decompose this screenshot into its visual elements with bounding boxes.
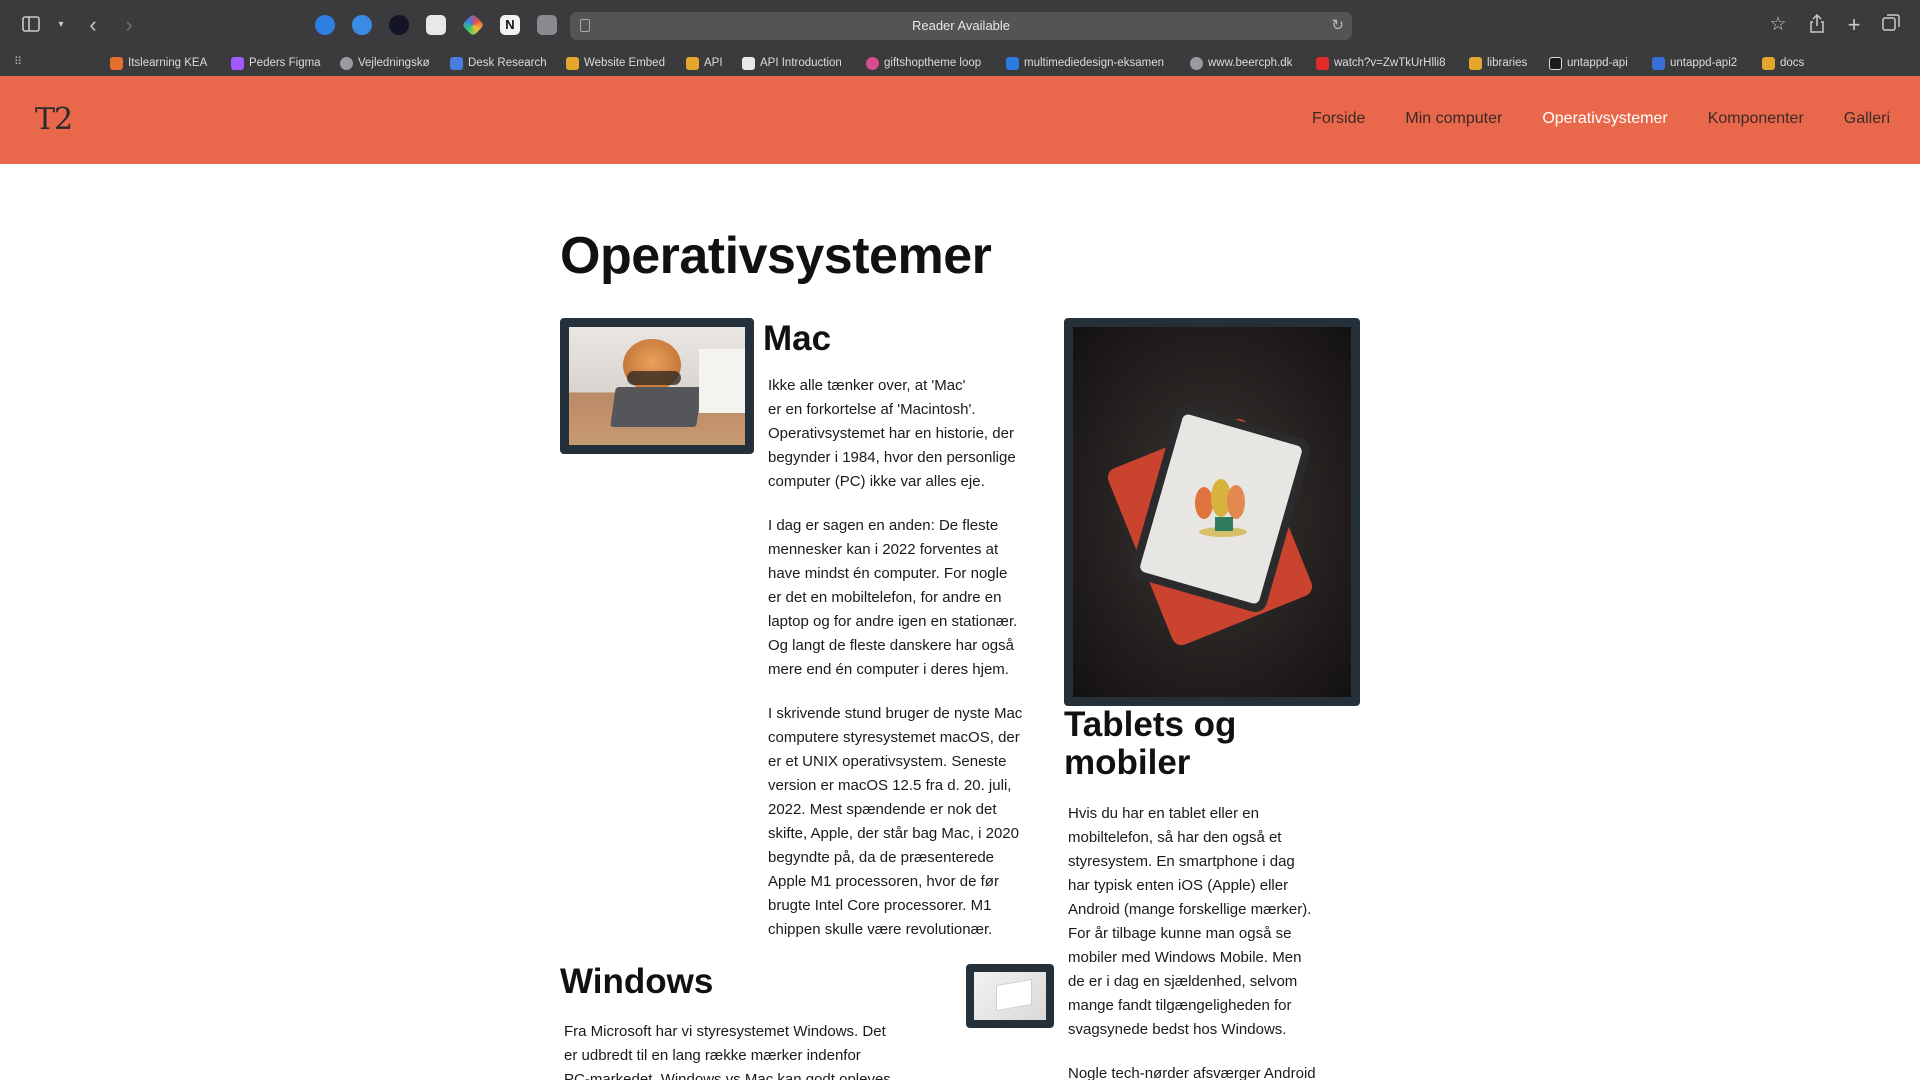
reload-icon[interactable]: ↻ (1331, 16, 1344, 34)
sidebar-toggle-icon[interactable] (20, 14, 42, 36)
bookmark-item[interactable]: Peders Figma (231, 54, 321, 72)
extension-shield-icon[interactable] (315, 15, 335, 35)
page-icon (742, 56, 755, 70)
extension-colorpicker-icon[interactable] (461, 13, 485, 37)
back-icon[interactable]: ‹ (82, 14, 104, 36)
folder-icon (566, 56, 579, 70)
main-nav: Forside Min computer Operativsystemer Ko… (1312, 110, 1890, 128)
bookmark-label: multimediedesign-eksamen (1024, 57, 1164, 69)
bookmark-item[interactable]: giftshoptheme loop (866, 54, 981, 72)
tablets-text: Hvis du har en tablet eller en mobiltele… (1068, 802, 1338, 1080)
notion-icon[interactable]: N (500, 15, 520, 35)
bookmark-item[interactable]: API Introduction (742, 54, 842, 72)
bookmark-item[interactable]: Itslearning KEA (110, 54, 207, 72)
mac-paragraph: Ikke alle tænker over, at 'Mac' er en fo… (768, 377, 1016, 490)
extension-dark-icon[interactable] (389, 15, 409, 35)
tablet-image (1064, 318, 1360, 706)
bookmark-item[interactable]: Vejledningskø (340, 54, 430, 72)
bookmark-star-icon[interactable]: ☆ (1767, 14, 1789, 36)
mac-heading: Mac (763, 319, 832, 358)
address-bar[interactable]: Reader Available ↻ (570, 12, 1352, 40)
globe-icon (1190, 56, 1203, 70)
browser-toolbar: ▾ ‹ › N Reader Available ↻ ☆ + (0, 0, 1920, 50)
folder-icon (686, 56, 699, 70)
extension-pen-icon[interactable] (426, 15, 446, 35)
nav-link-komponenter[interactable]: Komponenter (1708, 110, 1804, 128)
bookmark-label: API (704, 57, 723, 69)
globe-icon (340, 56, 353, 70)
docs-icon (450, 56, 463, 70)
bookmark-item[interactable]: untappd-api (1549, 54, 1628, 72)
tab-overview-icon[interactable] (1880, 14, 1902, 36)
bookmark-item[interactable]: docs (1762, 54, 1804, 72)
tablets-paragraph: Nogle tech-nørder afsværger Android (1068, 1065, 1316, 1080)
windows-image (966, 964, 1054, 1028)
bookmark-item[interactable]: Website Embed (566, 54, 665, 72)
tablets-heading: Tablets og mobiler (1064, 705, 1237, 782)
nav-link-min-computer[interactable]: Min computer (1405, 110, 1502, 128)
windows-heading: Windows (560, 962, 714, 1001)
windows-paragraph: Fra Microsoft har vi styresystemet Windo… (564, 1023, 891, 1080)
code-icon (1549, 56, 1562, 70)
itslearning-icon (110, 56, 123, 70)
page-title: Operativsystemer (560, 227, 992, 285)
folder-icon (1762, 56, 1775, 70)
nav-link-operativsystemer[interactable]: Operativsystemer (1542, 110, 1667, 128)
mac-text: Ikke alle tænker over, at 'Mac' er en fo… (768, 374, 1038, 962)
extension-gray-icon[interactable] (537, 15, 557, 35)
bookmark-item[interactable]: API (686, 54, 723, 72)
bookmark-item[interactable]: untappd-api2 (1652, 54, 1737, 72)
folder-icon (1469, 56, 1482, 70)
bookmark-item[interactable]: Desk Research (450, 54, 547, 72)
bookmarks-bar: Itslearning KEA Peders Figma Vejlednings… (0, 50, 1920, 76)
address-text: Reader Available (911, 18, 1011, 33)
trello-icon (1006, 56, 1019, 70)
bookmark-label: www.beercph.dk (1208, 57, 1293, 69)
tablets-paragraph: Hvis du har en tablet eller en mobiltele… (1068, 805, 1312, 1038)
extension-abp-icon[interactable] (352, 15, 372, 35)
nav-link-galleri[interactable]: Galleri (1844, 110, 1890, 128)
windows-text: Fra Microsoft har vi styresystemet Windo… (564, 1020, 924, 1080)
bookmark-item[interactable]: multimediedesign-eksamen (1006, 54, 1164, 72)
bookmark-label: Desk Research (468, 57, 547, 69)
bookmark-label: giftshoptheme loop (884, 57, 982, 69)
forward-icon[interactable]: › (118, 14, 140, 36)
bookmark-item[interactable]: libraries (1469, 54, 1527, 72)
chevron-down-icon[interactable]: ▾ (50, 14, 72, 36)
site-header: T2 Forside Min computer Operativsystemer… (0, 76, 1920, 164)
bookmark-item[interactable]: watch?v=ZwTkUrHlli8 (1316, 54, 1446, 72)
bookmark-label: docs (1780, 57, 1805, 69)
bookmark-label: Vejledningskø (358, 57, 430, 69)
code-icon (1652, 56, 1665, 70)
bookmark-label: libraries (1487, 57, 1528, 69)
share-icon[interactable] (1806, 13, 1828, 36)
site-logo[interactable]: T2 (35, 102, 73, 137)
nav-link-forside[interactable]: Forside (1312, 110, 1365, 128)
bookmark-label: API Introduction (760, 57, 842, 69)
bookmark-label: untappd-api (1567, 57, 1628, 69)
bookmark-label: untappd-api2 (1670, 57, 1738, 69)
figma-icon (231, 56, 244, 70)
bookmark-item[interactable]: www.beercph.dk (1190, 54, 1292, 72)
new-tab-icon[interactable]: + (1843, 14, 1865, 36)
bookmark-label: Peders Figma (249, 57, 321, 69)
youtube-icon (1316, 56, 1329, 70)
browser-chrome: ▾ ‹ › N Reader Available ↻ ☆ + ⠿ Itslear… (0, 0, 1920, 76)
bookmark-label: Itslearning KEA (128, 57, 208, 69)
mac-paragraph: I skrivende stund bruger de nyste Mac co… (768, 705, 1023, 938)
mac-paragraph: I dag er sagen en anden: De fleste menne… (768, 517, 1018, 678)
bookmark-label: watch?v=ZwTkUrHlli8 (1334, 57, 1446, 69)
bookmark-label: Website Embed (584, 57, 665, 69)
mac-image (560, 318, 754, 454)
loop-icon (866, 56, 879, 70)
